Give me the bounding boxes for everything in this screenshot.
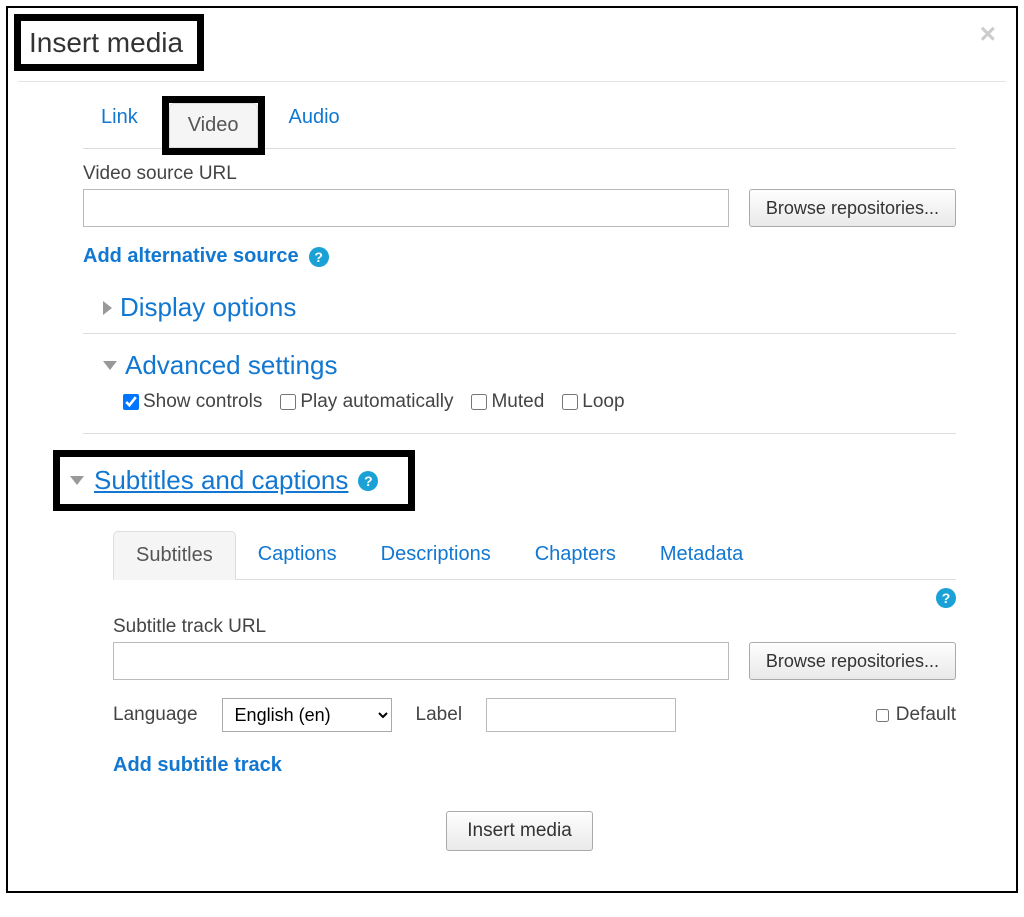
muted-checkbox[interactable]	[471, 394, 487, 410]
loop-checkbox[interactable]	[562, 394, 578, 410]
advanced-settings-toggle[interactable]: Advanced settings	[103, 350, 956, 381]
video-source-url-label: Video source URL	[83, 163, 956, 185]
advanced-settings-label: Advanced settings	[125, 350, 337, 381]
browse-repositories-button[interactable]: Browse repositories...	[749, 642, 956, 680]
subtitles-captions-label: Subtitles and captions	[94, 465, 348, 496]
add-alternative-source-label: Add alternative source	[83, 245, 299, 268]
display-options-toggle[interactable]: Display options	[103, 292, 956, 323]
subtitle-track-url-label: Subtitle track URL	[113, 616, 956, 638]
browse-repositories-button[interactable]: Browse repositories...	[749, 189, 956, 227]
default-label: Default	[896, 704, 956, 726]
subtitle-track-url-input[interactable]	[113, 642, 729, 680]
subtitles-captions-toggle[interactable]: Subtitles and captions ?	[70, 465, 378, 496]
tab-video[interactable]: Video	[169, 103, 258, 148]
chevron-right-icon	[103, 301, 112, 315]
tab-metadata[interactable]: Metadata	[638, 531, 765, 579]
display-options-label: Display options	[120, 292, 296, 323]
play-automatically-checkbox[interactable]	[280, 394, 296, 410]
tab-video-highlight: Video	[162, 96, 265, 155]
dialog-title: Insert media	[29, 23, 183, 62]
divider	[83, 333, 956, 334]
default-checkbox[interactable]	[876, 709, 889, 722]
insert-media-button[interactable]: Insert media	[446, 811, 593, 851]
dialog-title-highlight: Insert media	[14, 14, 204, 71]
close-icon[interactable]: ×	[980, 20, 996, 48]
chevron-down-icon	[103, 361, 117, 370]
show-controls-checkbox[interactable]	[123, 394, 139, 410]
insert-media-dialog: × Insert media Link Video Audio Video so…	[8, 8, 1016, 891]
chevron-down-icon	[70, 476, 84, 485]
tab-subtitles[interactable]: Subtitles	[113, 531, 236, 580]
add-subtitle-track-link[interactable]: Add subtitle track	[113, 754, 282, 777]
tab-link[interactable]: Link	[83, 96, 156, 148]
show-controls-option[interactable]: Show controls	[123, 391, 262, 413]
label-input[interactable]	[486, 698, 676, 732]
language-select[interactable]: English (en)	[222, 698, 392, 732]
label-label: Label	[416, 704, 463, 726]
tab-captions[interactable]: Captions	[236, 531, 359, 579]
tab-descriptions[interactable]: Descriptions	[359, 531, 513, 579]
divider	[18, 81, 1006, 82]
help-icon[interactable]: ?	[309, 247, 329, 267]
subtitles-captions-highlight: Subtitles and captions ?	[53, 450, 415, 511]
help-icon[interactable]: ?	[358, 471, 378, 491]
language-label: Language	[113, 704, 198, 726]
tab-audio[interactable]: Audio	[271, 96, 358, 148]
divider	[83, 433, 956, 434]
track-type-tabs: Subtitles Captions Descriptions Chapters…	[113, 531, 956, 580]
add-alternative-source-link[interactable]: Add alternative source ?	[83, 245, 329, 268]
add-subtitle-track-label: Add subtitle track	[113, 754, 282, 777]
loop-option[interactable]: Loop	[562, 391, 624, 413]
muted-option[interactable]: Muted	[471, 391, 544, 413]
tab-chapters[interactable]: Chapters	[513, 531, 638, 579]
video-source-url-input[interactable]	[83, 189, 729, 227]
play-automatically-option[interactable]: Play automatically	[280, 391, 453, 413]
media-type-tabs: Link Video Audio	[83, 96, 956, 149]
advanced-settings-options: Show controls Play automatically Muted L…	[123, 391, 956, 413]
